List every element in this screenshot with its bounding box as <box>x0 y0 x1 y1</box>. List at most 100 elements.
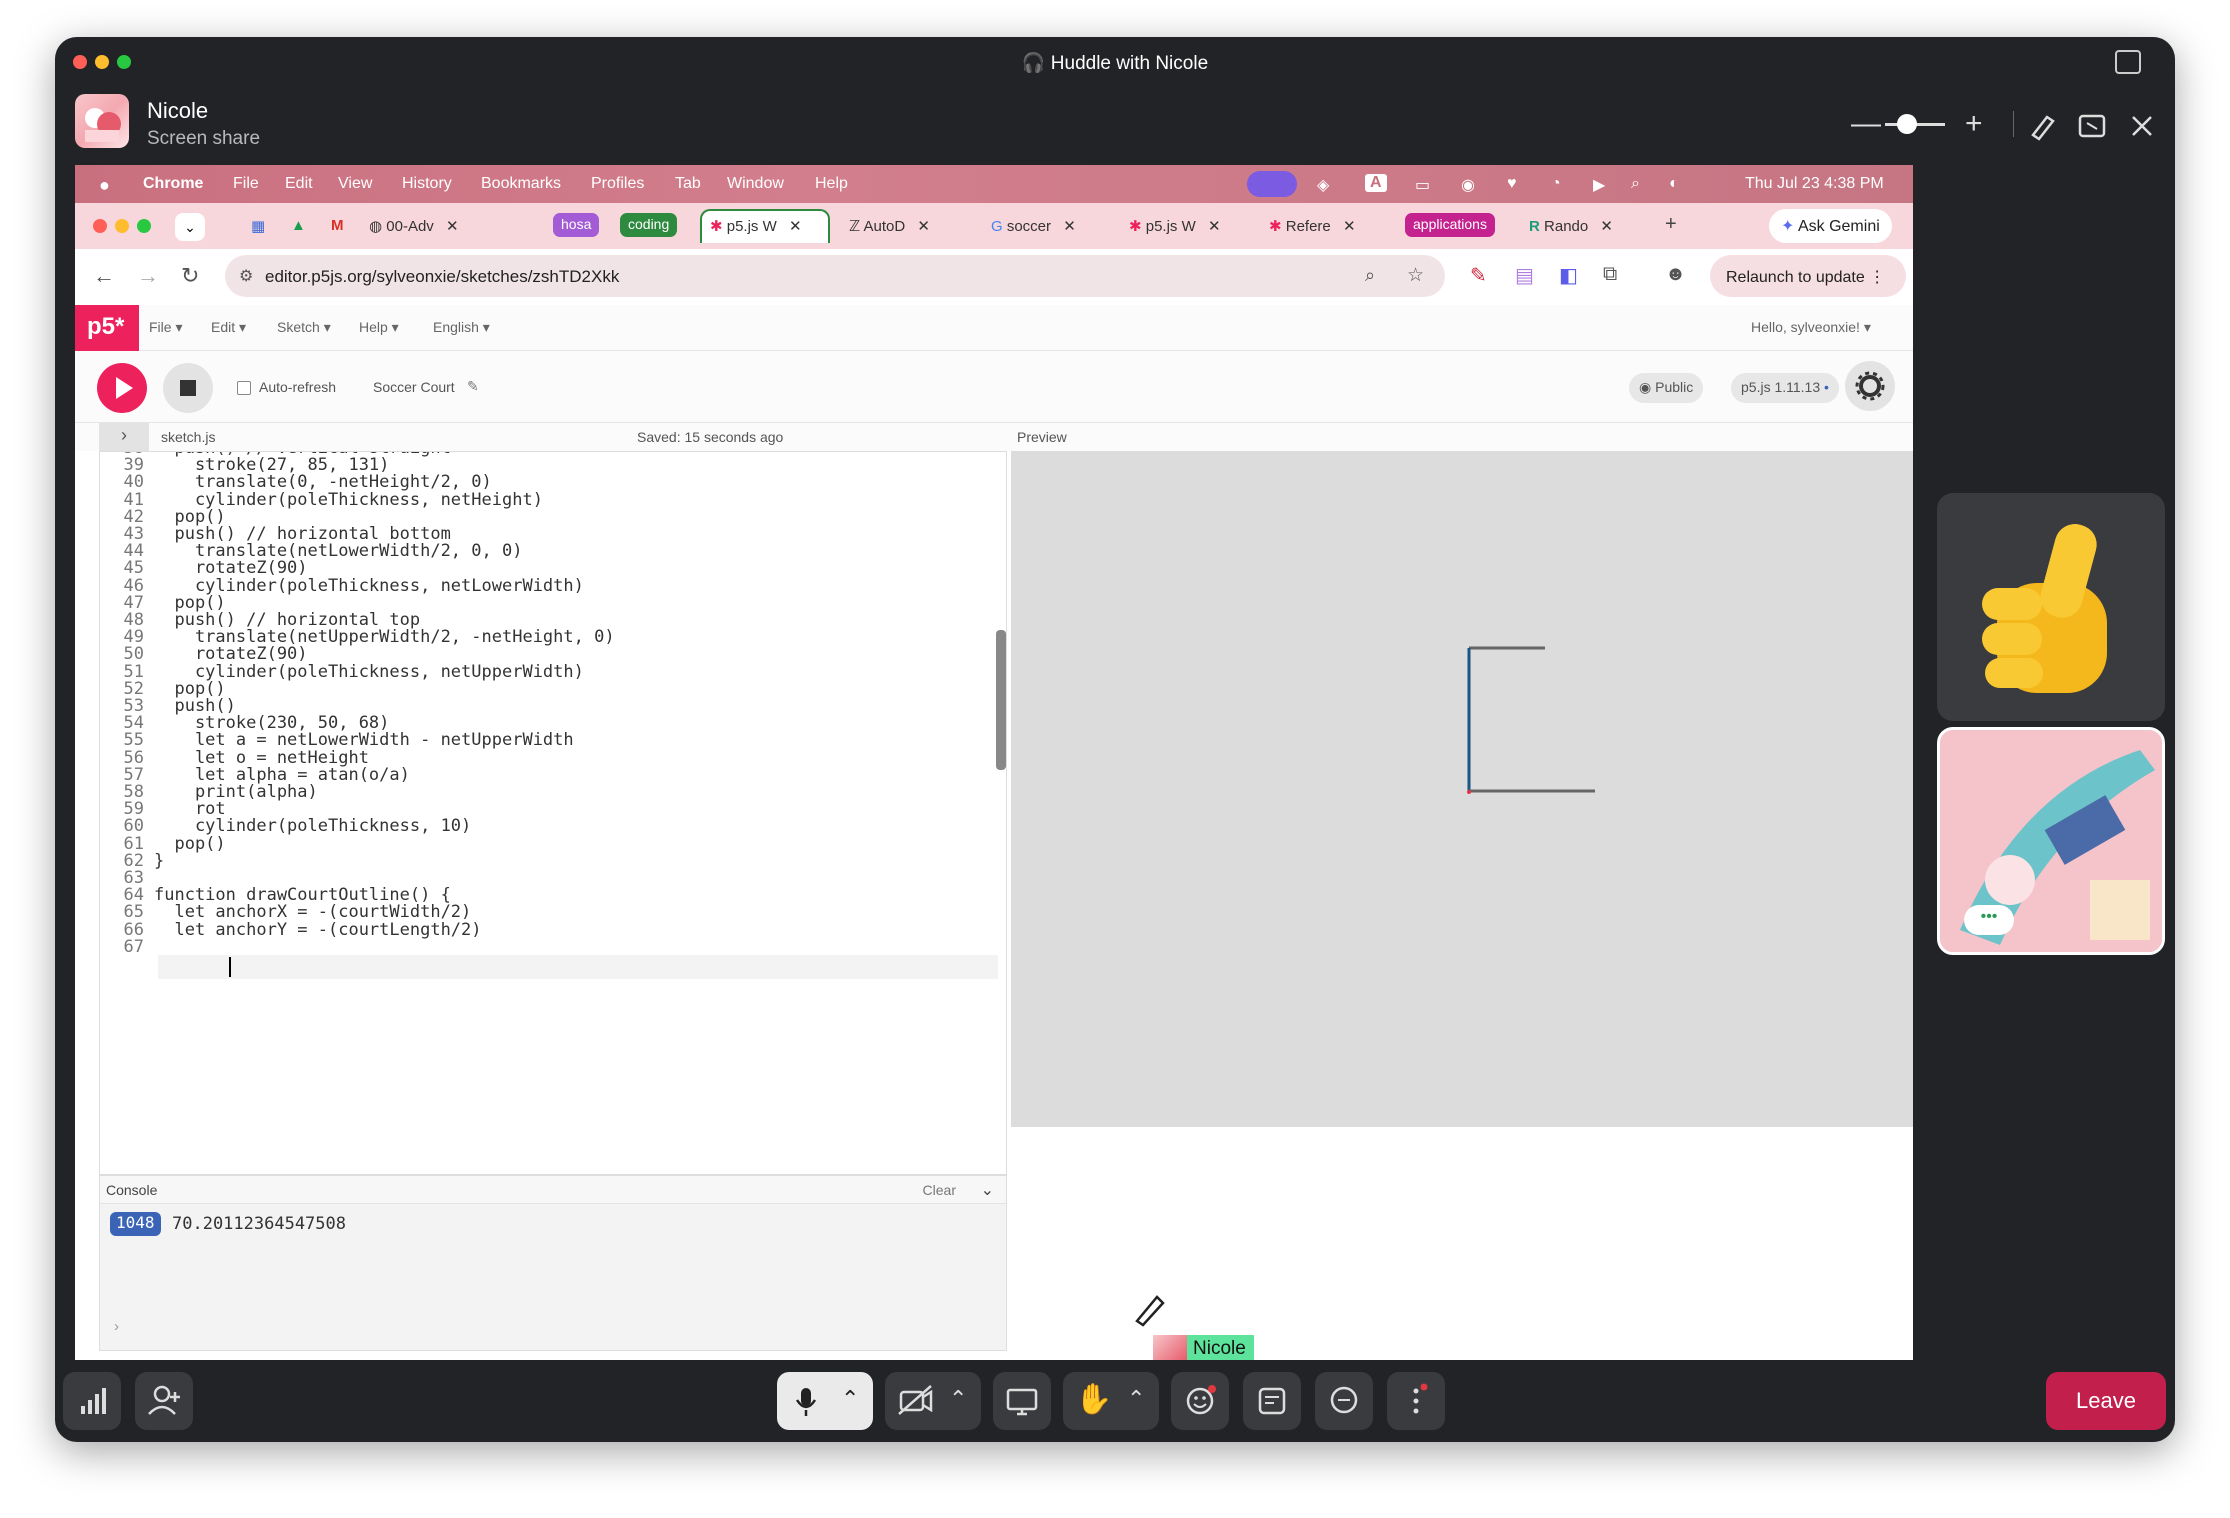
version-badge[interactable]: p5.js 1.11.13 • <box>1731 373 1839 403</box>
p5-menu-help[interactable]: Help ▾ <box>359 319 399 336</box>
tab-p5js-active[interactable]: ✱ p5.js W ✕ <box>700 209 830 243</box>
shield-icon[interactable]: ◈ <box>1317 175 1329 195</box>
code-line[interactable]: let anchorY = -(courtLength/2) <box>154 920 481 940</box>
reload-icon[interactable]: ↻ <box>181 263 199 289</box>
more-menu-icon[interactable]: ⋮ <box>1869 269 1885 286</box>
share-screen-button[interactable] <box>993 1372 1051 1430</box>
zoom-in-icon[interactable]: + <box>1965 109 1983 139</box>
site-info-icon[interactable]: ⚙ <box>239 266 253 286</box>
tab-00-adv[interactable]: ◍ 00-Adv ✕ <box>365 209 475 243</box>
console-prompt-icon[interactable]: › <box>114 1318 119 1335</box>
p5-menu-file[interactable]: File ▾ <box>149 319 182 336</box>
close-icon[interactable]: ✕ <box>1208 218 1221 235</box>
menu-bookmarks[interactable]: Bookmarks <box>481 175 561 193</box>
menu-view[interactable]: View <box>338 175 372 193</box>
wifi-icon[interactable]: ◔ <box>1551 175 1561 193</box>
visibility-badge[interactable]: ◉ Public <box>1629 373 1704 403</box>
tab-soccer[interactable]: G soccer ✕ <box>987 209 1099 243</box>
calendar-icon[interactable]: ▦ <box>251 217 265 235</box>
video-off-icon[interactable] <box>895 1372 935 1430</box>
tab-search-icon[interactable]: ⌄ <box>175 213 205 241</box>
zoom-lens-icon[interactable]: ⌕ <box>1365 265 1375 286</box>
notes-button[interactable] <box>1243 1372 1301 1430</box>
extension-p-icon[interactable]: ◧ <box>1559 263 1578 288</box>
url-text[interactable]: editor.p5js.org/sylveonxie/sketches/zshT… <box>265 267 619 287</box>
code-line[interactable]: pop() <box>154 834 225 854</box>
drive-icon[interactable]: ▲ <box>291 217 306 234</box>
close-icon[interactable]: ✕ <box>1063 218 1076 235</box>
p5-menu-sketch[interactable]: Sketch ▾ <box>277 319 331 336</box>
chrome-minimize-button[interactable] <box>115 219 129 233</box>
popout-icon[interactable] <box>2115 50 2141 74</box>
close-icon[interactable]: ✕ <box>1343 218 1356 235</box>
menu-profiles[interactable]: Profiles <box>591 175 644 193</box>
edit-name-icon[interactable]: ✎ <box>467 378 479 395</box>
tab-group-hosa[interactable]: hosa <box>553 213 600 237</box>
tab-group-applications[interactable]: applications <box>1405 213 1495 237</box>
menu-help[interactable]: Help <box>815 175 848 193</box>
menu-file[interactable]: File <box>233 175 259 193</box>
close-icon[interactable]: ✕ <box>446 218 459 235</box>
add-people-button[interactable] <box>135 1372 193 1430</box>
thread-button[interactable] <box>1315 1372 1373 1430</box>
sketch-name[interactable]: Soccer Court <box>373 379 455 395</box>
apple-icon[interactable]: ● <box>99 175 110 196</box>
draw-pencil-icon[interactable] <box>2027 111 2057 141</box>
control-center-icon[interactable]: ◐ <box>1669 175 1679 193</box>
input-source-icon[interactable]: A <box>1365 174 1387 192</box>
fullscreen-icon[interactable] <box>2077 111 2107 141</box>
tab-random[interactable]: R Rando ✕ <box>1525 209 1637 243</box>
microphone-icon[interactable] <box>791 1372 821 1430</box>
zoom-slider-handle[interactable] <box>1897 114 1917 134</box>
menu-window[interactable]: Window <box>727 175 784 193</box>
battery-icon[interactable]: ▭ <box>1415 175 1430 195</box>
wechat-icon[interactable]: ◉ <box>1461 175 1475 195</box>
chevron-up-icon[interactable]: ⌃ <box>841 1386 859 1412</box>
media-icon[interactable]: ▶ <box>1593 175 1605 195</box>
menu-history[interactable]: History <box>402 175 452 193</box>
stop-button[interactable] <box>163 363 213 413</box>
new-tab-icon[interactable]: + <box>1665 213 1677 236</box>
raise-hand-icon[interactable]: ✋ <box>1075 1382 1112 1417</box>
reactions-button[interactable] <box>1171 1372 1229 1430</box>
autorefresh-checkbox[interactable] <box>237 381 251 395</box>
console-clear-button[interactable]: Clear <box>923 1182 956 1198</box>
zoom-out-icon[interactable]: — <box>1851 109 1881 139</box>
p5-menu-language[interactable]: English ▾ <box>433 319 490 336</box>
editor-scrollbar[interactable] <box>996 630 1006 770</box>
chrome-close-button[interactable] <box>93 219 107 233</box>
close-icon[interactable]: ✕ <box>1600 218 1613 235</box>
profile-icon[interactable]: ☻ <box>1665 263 1686 286</box>
bookmark-star-icon[interactable]: ☆ <box>1407 264 1424 287</box>
extension-icon[interactable]: ▤ <box>1515 263 1534 288</box>
connection-stats-button[interactable] <box>63 1372 121 1430</box>
chevron-up-icon[interactable]: ⌃ <box>1127 1386 1145 1412</box>
ask-gemini-button[interactable]: ✦ Ask Gemini <box>1769 209 1892 243</box>
more-options-button[interactable] <box>1387 1372 1445 1430</box>
play-button[interactable] <box>97 363 147 413</box>
p5-logo[interactable]: p5* <box>75 305 139 351</box>
chevron-down-icon[interactable]: ⌄ <box>981 1180 994 1200</box>
pen-extension-icon[interactable]: ✎ <box>1470 263 1487 288</box>
menubar-clock[interactable]: Thu Jul 23 4:38 PM <box>1745 175 1884 193</box>
tab-p5js[interactable]: ✱ p5.js W ✕ <box>1125 209 1237 243</box>
file-tab[interactable]: sketch.js <box>161 429 215 445</box>
menu-tab[interactable]: Tab <box>675 175 701 193</box>
camera-control[interactable]: ⌃ <box>885 1372 981 1430</box>
code-editor[interactable]: 38 push() // vertical straight39 stroke(… <box>99 451 1007 1175</box>
raise-hand-control[interactable]: ✋ ⌃ <box>1063 1372 1159 1430</box>
extensions-puzzle-icon[interactable]: ⧉ <box>1603 263 1617 286</box>
spotlight-search-icon[interactable]: ⌕ <box>1631 175 1640 193</box>
screen-mirror-icon[interactable] <box>1247 171 1297 197</box>
sketch-preview-canvas[interactable] <box>1011 451 1913 1127</box>
sidebar-toggle-icon[interactable]: › <box>99 423 149 451</box>
code-line[interactable]: } <box>154 851 164 871</box>
gmail-icon[interactable]: M <box>331 217 344 234</box>
user-menu[interactable]: Hello, sylveonxie! ▾ <box>1751 319 1871 336</box>
chevron-up-icon[interactable]: ⌃ <box>949 1386 967 1412</box>
leave-button[interactable]: Leave <box>2046 1372 2166 1430</box>
relaunch-button[interactable]: Relaunch to update ⋮ <box>1710 255 1906 297</box>
tab-reference[interactable]: ✱ Refere ✕ <box>1265 209 1381 243</box>
forward-icon[interactable]: → <box>137 263 159 289</box>
back-icon[interactable]: ← <box>93 263 115 289</box>
